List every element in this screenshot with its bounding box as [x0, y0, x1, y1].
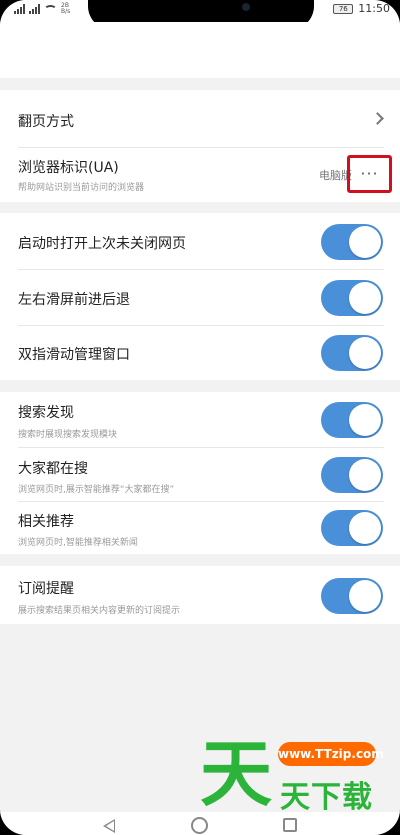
toggle-knob — [349, 580, 381, 612]
row-description: 展示搜索结果页相关内容更新的订阅提示 — [18, 606, 181, 616]
row-label: 双指滑动管理窗口 — [18, 347, 130, 363]
back-triangle-icon[interactable] — [103, 819, 115, 833]
toggle-knob — [349, 459, 381, 491]
settings-group-general: 翻页方式 浏览器标识(UA) 帮助网站识别当前访问的浏览器 电脑版 ··· — [0, 90, 400, 202]
watermark-url: www.TTzip.com — [278, 742, 384, 766]
battery-icon: 76 — [333, 3, 354, 14]
row-label: 翻页方式 — [18, 114, 74, 130]
row-search-discover: 搜索发现 搜索时展现搜索发现模块 — [0, 392, 400, 448]
row-label: 相关推荐 — [18, 514, 74, 530]
more-button[interactable]: ··· — [347, 155, 392, 193]
row-related: 相关推荐 浏览网页时,智能推荐相关新闻 — [0, 502, 400, 554]
clock: 11:50 — [358, 2, 390, 15]
status-right: 76 11:50 — [333, 2, 390, 15]
status-bar: 2B B/s 76 11:50 — [0, 0, 400, 30]
row-description: 浏览网页时,智能推荐相关新闻 — [18, 538, 138, 548]
toggle-knob — [349, 512, 381, 544]
watermark-logo-char: 天 — [200, 731, 273, 816]
toggle-knob — [349, 226, 381, 258]
row-everyone-search: 大家都在搜 浏览网页时,展示智能推荐“大家都在搜” — [0, 448, 400, 502]
settings-group-navigation: 启动时打开上次未关闭网页 左右滑屏前进后退 双指滑动管理窗口 — [0, 213, 400, 380]
wifi-icon — [44, 4, 57, 14]
row-label: 搜索发现 — [18, 405, 74, 421]
row-browser-ua[interactable]: 浏览器标识(UA) 帮助网站识别当前访问的浏览器 电脑版 ··· — [0, 148, 400, 202]
signal-icon — [14, 4, 25, 14]
row-label: 订阅提醒 — [18, 581, 74, 597]
header-area — [0, 22, 400, 78]
restore-pages-toggle[interactable] — [321, 224, 383, 260]
settings-group-subscribe: 订阅提醒 展示搜索结果页相关内容更新的订阅提示 — [0, 566, 400, 624]
watermark-text: 天下载 — [280, 780, 373, 815]
subscribe-toggle[interactable] — [321, 578, 383, 614]
toggle-knob — [349, 282, 381, 314]
swipe-navigation-toggle[interactable] — [321, 280, 383, 316]
row-two-finger: 双指滑动管理窗口 — [0, 326, 400, 380]
network-speed: 2B B/s — [61, 3, 70, 15]
chevron-right-icon — [371, 112, 384, 125]
recent-square-icon[interactable] — [283, 818, 297, 832]
status-left: 2B B/s — [14, 3, 70, 15]
more-dots-icon: ··· — [360, 164, 379, 183]
settings-group-search: 搜索发现 搜索时展现搜索发现模块 大家都在搜 浏览网页时,展示智能推荐“大家都在… — [0, 392, 400, 554]
navigation-bar — [0, 812, 400, 835]
row-swipe-navigation: 左右滑屏前进后退 — [0, 270, 400, 326]
search-discover-toggle[interactable] — [321, 402, 383, 438]
toggle-knob — [349, 404, 381, 436]
toggle-knob — [349, 337, 381, 369]
row-label: 左右滑屏前进后退 — [18, 292, 130, 308]
everyone-search-toggle[interactable] — [321, 457, 383, 493]
front-camera — [242, 3, 250, 11]
row-subscribe: 订阅提醒 展示搜索结果页相关内容更新的订阅提示 — [0, 566, 400, 624]
row-description: 搜索时展现搜索发现模块 — [18, 430, 118, 440]
row-page-turn[interactable]: 翻页方式 — [0, 90, 400, 148]
row-label: 大家都在搜 — [18, 461, 88, 477]
row-restore-pages: 启动时打开上次未关闭网页 — [0, 213, 400, 270]
related-toggle[interactable] — [321, 510, 383, 546]
home-circle-icon[interactable] — [191, 817, 208, 834]
phone-screen: 2B B/s 76 11:50 翻页方式 浏览器标识(UA) 帮助网站识别当前访… — [0, 0, 400, 835]
signal-icon-2 — [29, 4, 40, 14]
row-description: 浏览网页时,展示智能推荐“大家都在搜” — [18, 485, 175, 495]
site-watermark: 天 www.TTzip.com 天下载 — [200, 738, 390, 816]
two-finger-toggle[interactable] — [321, 335, 383, 371]
row-description: 帮助网站识别当前访问的浏览器 — [18, 183, 145, 193]
row-label: 启动时打开上次未关闭网页 — [18, 236, 186, 252]
row-label: 浏览器标识(UA) — [18, 160, 119, 176]
speed-unit: B/s — [61, 8, 71, 15]
